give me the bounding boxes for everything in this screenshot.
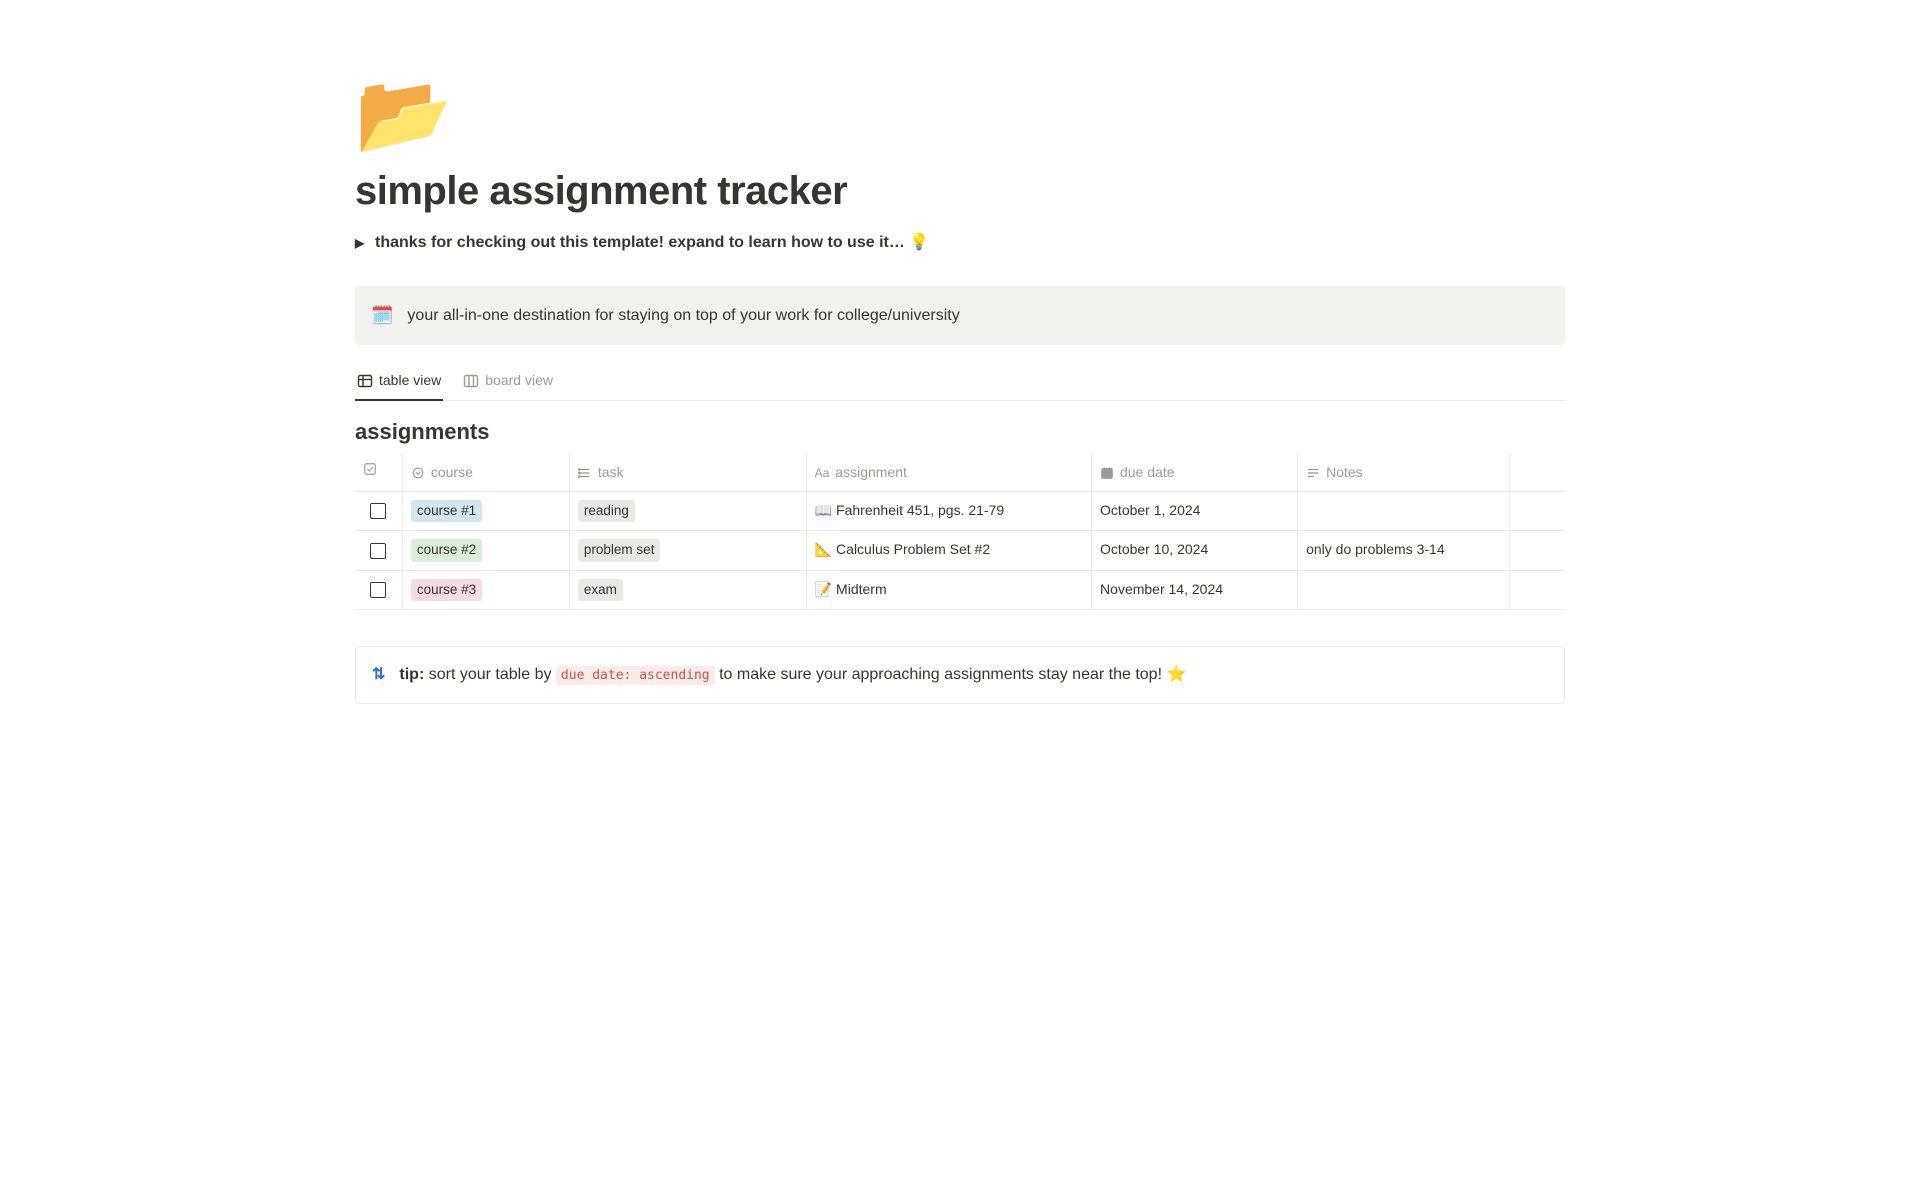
tab-board-label: board view bbox=[485, 370, 553, 391]
column-label: Notes bbox=[1326, 462, 1363, 483]
sort-icon: ⇅ bbox=[372, 663, 385, 687]
code-chip: due date: ascending bbox=[556, 666, 715, 685]
callout-text: your all-in-one destination for staying … bbox=[407, 304, 959, 328]
column-label: assignment bbox=[835, 462, 907, 483]
due-date-cell[interactable]: October 10, 2024 bbox=[1092, 531, 1298, 570]
column-label: due date bbox=[1120, 462, 1175, 483]
due-date-cell[interactable]: November 14, 2024 bbox=[1092, 570, 1298, 609]
board-icon bbox=[463, 373, 479, 389]
tab-table-label: table view bbox=[379, 370, 441, 391]
multiselect-icon bbox=[578, 466, 592, 480]
assignment-cell[interactable]: 📝Midterm bbox=[806, 570, 1091, 609]
task-tag[interactable]: problem set bbox=[578, 539, 661, 561]
page-icon[interactable]: 📂 bbox=[355, 75, 1565, 153]
table-row[interactable]: course #1 reading 📖Fahrenheit 451, pgs. 21… bbox=[355, 492, 1565, 531]
tab-table-view[interactable]: table view bbox=[355, 364, 443, 401]
column-header-checkbox[interactable] bbox=[355, 454, 402, 492]
column-header-add[interactable] bbox=[1509, 454, 1565, 492]
callout-tip: ⇅ tip: sort your table by due date: asce… bbox=[355, 646, 1565, 704]
notes-cell[interactable]: only do problems 3-14 bbox=[1298, 531, 1510, 570]
toggle-how-to-use[interactable]: ▶ thanks for checking out this template!… bbox=[355, 227, 1565, 270]
row-checkbox[interactable] bbox=[370, 582, 386, 598]
row-checkbox[interactable] bbox=[370, 503, 386, 519]
toggle-arrow-icon: ▶ bbox=[355, 234, 369, 252]
task-tag[interactable]: exam bbox=[578, 579, 623, 601]
column-label: course bbox=[431, 462, 473, 483]
calendar-icon: 🗓️ bbox=[371, 302, 393, 329]
checkbox-icon bbox=[363, 462, 377, 476]
database-title[interactable]: assignments bbox=[355, 401, 1565, 454]
column-header-due-date[interactable]: due date bbox=[1092, 454, 1298, 492]
assignment-cell[interactable]: 📐Calculus Problem Set #2 bbox=[806, 531, 1091, 570]
text-icon bbox=[1306, 466, 1320, 480]
callout-intro: 🗓️ your all-in-one destination for stayi… bbox=[355, 286, 1565, 345]
row-emoji-icon: 📝 bbox=[815, 581, 832, 597]
column-header-task[interactable]: task bbox=[569, 454, 806, 492]
table-icon bbox=[357, 373, 373, 389]
notes-cell[interactable] bbox=[1298, 570, 1510, 609]
toggle-label: thanks for checking out this template! e… bbox=[375, 231, 929, 255]
page-title[interactable]: simple assignment tracker bbox=[355, 161, 1565, 221]
title-icon: Aa bbox=[815, 464, 830, 482]
date-icon bbox=[1100, 466, 1114, 480]
select-icon bbox=[411, 466, 425, 480]
notes-cell[interactable] bbox=[1298, 492, 1510, 531]
database-tabs: table view board view bbox=[355, 363, 1565, 401]
column-label: task bbox=[598, 462, 624, 483]
due-date-cell[interactable]: October 1, 2024 bbox=[1092, 492, 1298, 531]
course-tag[interactable]: course #1 bbox=[411, 500, 482, 522]
row-emoji-icon: 📖 bbox=[815, 502, 832, 518]
task-tag[interactable]: reading bbox=[578, 500, 635, 522]
column-header-notes[interactable]: Notes bbox=[1298, 454, 1510, 492]
column-header-assignment[interactable]: Aa assignment bbox=[806, 454, 1091, 492]
tab-board-view[interactable]: board view bbox=[461, 364, 555, 401]
table-row[interactable]: course #2 problem set 📐Calculus Problem Se… bbox=[355, 531, 1565, 570]
course-tag[interactable]: course #2 bbox=[411, 539, 482, 561]
assignment-cell[interactable]: 📖Fahrenheit 451, pgs. 21-79 bbox=[806, 492, 1091, 531]
row-checkbox[interactable] bbox=[370, 543, 386, 559]
table-row[interactable]: course #3 exam 📝MidtermNovember 14, 2024 bbox=[355, 570, 1565, 609]
course-tag[interactable]: course #3 bbox=[411, 579, 482, 601]
row-emoji-icon: 📐 bbox=[815, 541, 832, 557]
column-header-course[interactable]: course bbox=[402, 454, 569, 492]
tip-text: tip: sort your table by due date: ascend… bbox=[399, 663, 1186, 687]
assignments-table: course task Aa assignment bbox=[355, 454, 1565, 610]
